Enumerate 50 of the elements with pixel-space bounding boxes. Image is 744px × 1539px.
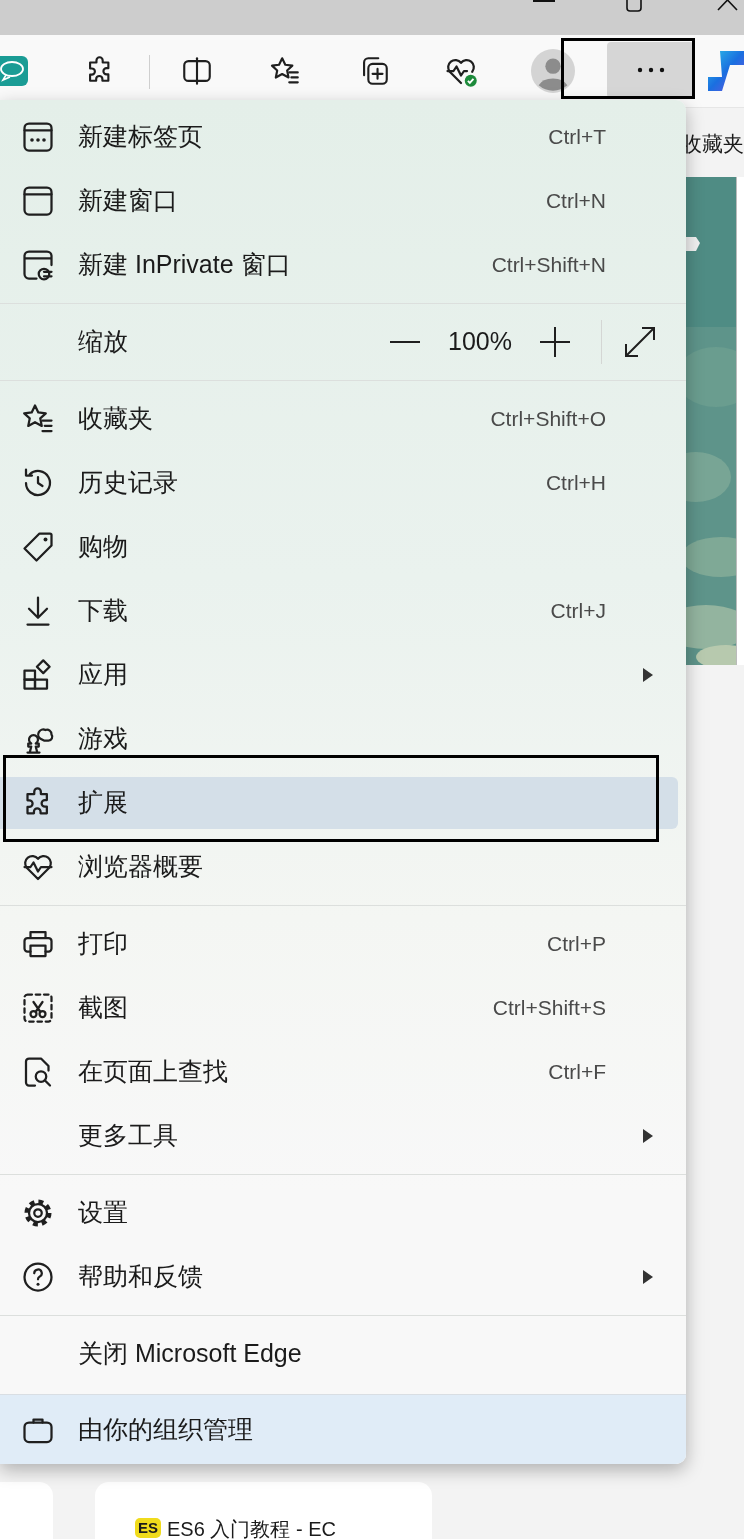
shortcut-label: Ctrl+P [547, 931, 606, 958]
menu-item[interactable]: 游戏 [0, 713, 678, 765]
expand-icon [624, 326, 656, 358]
menu-item[interactable]: 打印 Ctrl+P [0, 918, 678, 970]
plus-icon [540, 327, 570, 357]
menu-item[interactable]: 新建窗口 Ctrl+N [0, 175, 678, 227]
menu-item[interactable]: 收藏夹 Ctrl+Shift+O [0, 393, 678, 445]
menu-item[interactable]: 扩展 [0, 777, 678, 829]
site-icon: ES [135, 1518, 161, 1538]
tab-card[interactable]: ES ES6 入门教程 - EC [95, 1482, 432, 1539]
menu-item[interactable]: 浏览器概要 [0, 841, 678, 893]
window-icon [20, 183, 56, 219]
more-button[interactable] [607, 42, 694, 98]
managed-by-organization[interactable]: 由你的组织管理 [0, 1394, 686, 1464]
menu-item[interactable]: 应用 [0, 649, 678, 701]
copilot-icon[interactable] [708, 49, 744, 93]
minus-icon [390, 340, 420, 344]
shortcut-label: Ctrl+F [548, 1059, 606, 1086]
shortcut-label: Ctrl+Shift+S [492, 995, 606, 1022]
menu-item[interactable]: 帮助和反馈 [0, 1251, 678, 1303]
shortcut-label: Ctrl+Shift+N [491, 252, 606, 279]
split-screen-icon[interactable] [180, 54, 214, 88]
shortcut-label: Ctrl+Shift+O [490, 406, 606, 433]
menu-item[interactable]: 新建 InPrivate 窗口 Ctrl+Shift+N [0, 239, 678, 291]
menu-item[interactable]: 购物 [0, 521, 678, 573]
menu-item[interactable]: 历史记录 Ctrl+H [0, 457, 678, 509]
shortcut-label: Ctrl+H [545, 470, 606, 497]
zoom-label: 缩放 [78, 326, 128, 358]
menu-item[interactable]: 设置 [0, 1187, 678, 1239]
tag-icon [20, 529, 56, 565]
avatar-icon[interactable] [531, 48, 575, 94]
shortcut-label: Ctrl+T [548, 124, 606, 151]
new-tab-icon [20, 119, 56, 155]
menu-item[interactable]: 在页面上查找 Ctrl+F [0, 1046, 678, 1098]
menu-item[interactable]: 截图 Ctrl+Shift+S [0, 982, 678, 1034]
minimize-icon[interactable] [533, 0, 555, 3]
menu-item[interactable]: 关闭 Microsoft Edge [0, 1328, 678, 1380]
close-icon[interactable] [717, 0, 739, 12]
zoom-level: 100% [447, 326, 513, 358]
menu-item[interactable]: 更多工具 [0, 1110, 678, 1162]
more-icon [635, 67, 666, 73]
private-window-icon [20, 247, 56, 283]
menu-item[interactable]: 新建标签页 Ctrl+T [0, 111, 678, 163]
shortcut-label: Ctrl+N [545, 188, 606, 215]
help-icon [20, 1259, 56, 1295]
screenshot-icon [20, 990, 56, 1026]
menu-item[interactable]: 下载 Ctrl+J [0, 585, 678, 637]
card-title: ES6 入门教程 - EC [167, 1518, 336, 1539]
shortcut-label: Ctrl+J [550, 598, 606, 625]
chat-app-icon[interactable] [0, 56, 28, 86]
